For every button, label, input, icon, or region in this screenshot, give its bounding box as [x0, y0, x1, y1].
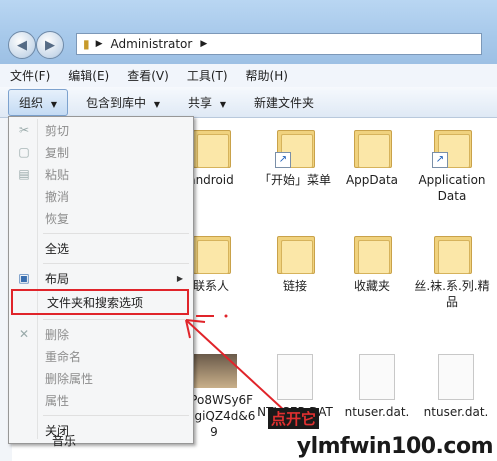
watermark: ylmfwin100.com — [296, 434, 494, 459]
annotation-callout: 点开它 — [268, 408, 320, 429]
annotation-arrow — [185, 314, 287, 413]
